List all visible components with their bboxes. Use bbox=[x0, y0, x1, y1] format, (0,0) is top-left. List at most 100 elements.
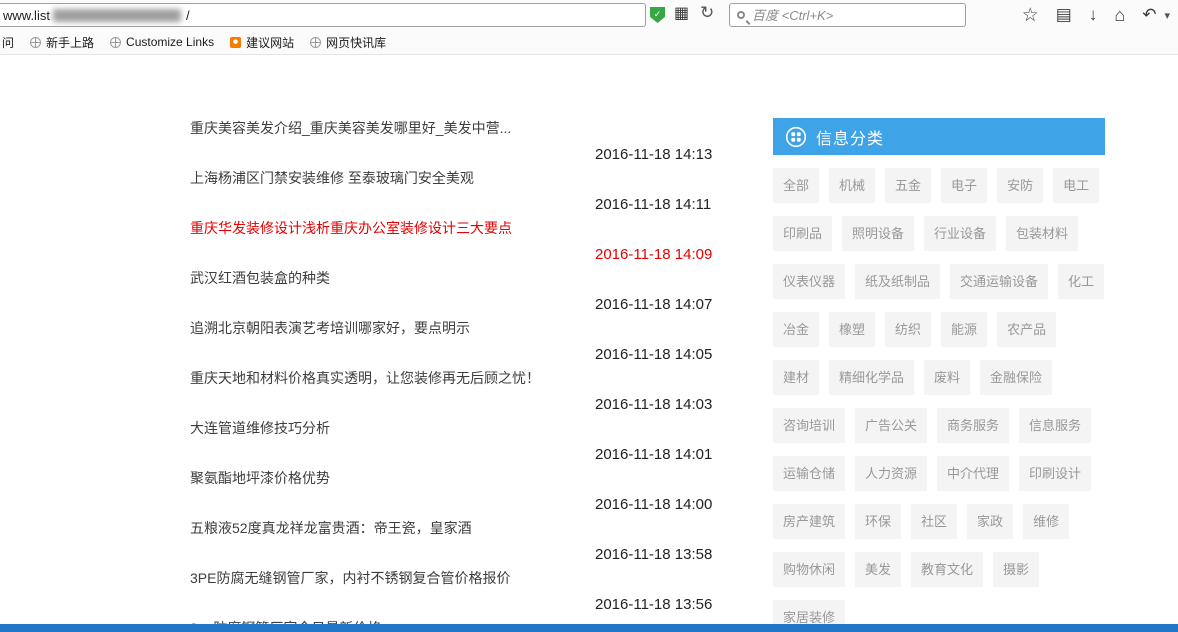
search-input[interactable] bbox=[752, 8, 942, 23]
category-button[interactable]: 广告公关 bbox=[855, 408, 927, 443]
category-button[interactable]: 废料 bbox=[924, 360, 970, 395]
category-button[interactable]: 仪表仪器 bbox=[773, 264, 845, 299]
bookmark-star-icon[interactable]: ☆ bbox=[1022, 4, 1039, 27]
category-button[interactable]: 维修 bbox=[1023, 504, 1069, 539]
category-button[interactable]: 中介代理 bbox=[937, 456, 1009, 491]
article-title-link[interactable]: 武汉红酒包装盒的种类 bbox=[190, 268, 330, 288]
sidebar-header: 信息分类 bbox=[773, 118, 1105, 155]
article-title-link[interactable]: 大连管道维修技巧分析 bbox=[190, 418, 330, 438]
category-button[interactable]: 纸及纸制品 bbox=[855, 264, 940, 299]
article-row: 重庆美容美发介绍_重庆美容美发哪里好_美发中营... 2016-11-18 14… bbox=[190, 112, 750, 162]
category-button[interactable]: 摄影 bbox=[993, 552, 1039, 587]
category-button[interactable]: 机械 bbox=[829, 168, 875, 203]
article-timestamp: 2016-11-18 13:56 bbox=[595, 596, 712, 613]
url-suffix: / bbox=[186, 8, 190, 23]
category-button[interactable]: 安防 bbox=[997, 168, 1043, 203]
chevron-down-icon[interactable]: ▾ bbox=[1164, 9, 1170, 22]
article-title-link[interactable]: 追溯北京朝阳表演艺考培训哪家好，要点明示 bbox=[190, 318, 470, 338]
category-button[interactable]: 精细化学品 bbox=[829, 360, 914, 395]
url-text: www.list bbox=[3, 8, 50, 23]
category-button[interactable]: 能源 bbox=[941, 312, 987, 347]
category-grid: 全部 机械 五金 电子 安防 电工 印刷品 照明设备 行业设备 包装材料 仪表仪… bbox=[773, 168, 1105, 632]
category-button[interactable]: 纺织 bbox=[885, 312, 931, 347]
article-timestamp: 2016-11-18 14:07 bbox=[595, 296, 712, 313]
category-button[interactable]: 电工 bbox=[1053, 168, 1099, 203]
article-timestamp: 2016-11-18 14:03 bbox=[595, 396, 712, 413]
article-row: 上海杨浦区门禁安装维修 至泰玻璃门安全美观 2016-11-18 14:11 bbox=[190, 162, 750, 212]
footer-strip bbox=[0, 624, 1178, 632]
category-button[interactable]: 商务服务 bbox=[937, 408, 1009, 443]
article-row: 重庆天地和材料价格真实透明，让您装修再无后顾之忧！ 2016-11-18 14:… bbox=[190, 362, 750, 412]
article-title-link[interactable]: 重庆天地和材料价格真实透明，让您装修再无后顾之忧！ bbox=[190, 368, 540, 388]
toolbar-right-icons: ☆ ▤ ↓ ⌂ ↶ ▾ bbox=[1022, 0, 1170, 30]
category-button[interactable]: 美发 bbox=[855, 552, 901, 587]
article-timestamp: 2016-11-18 13:58 bbox=[595, 546, 712, 563]
downloads-icon[interactable]: ↓ bbox=[1089, 5, 1098, 25]
bookmark-item[interactable]: 新手上路 bbox=[30, 34, 94, 51]
history-back-icon[interactable]: ↶ bbox=[1142, 5, 1156, 25]
article-row: 重庆华发装修设计浅析重庆办公室装修设计三大要点 2016-11-18 14:09 bbox=[190, 212, 750, 262]
security-shield-icon[interactable]: ✓ bbox=[650, 7, 665, 23]
category-button[interactable]: 社区 bbox=[911, 504, 957, 539]
category-button[interactable]: 购物休闲 bbox=[773, 552, 845, 587]
sidebar-title: 信息分类 bbox=[816, 125, 884, 149]
article-title-link[interactable]: 重庆华发装修设计浅析重庆办公室装修设计三大要点 bbox=[190, 218, 512, 238]
bookmark-item[interactable]: 网页快讯库 bbox=[310, 34, 386, 51]
category-button[interactable]: 交通运输设备 bbox=[950, 264, 1048, 299]
article-timestamp: 2016-11-18 14:05 bbox=[595, 346, 712, 363]
category-button[interactable]: 农产品 bbox=[997, 312, 1056, 347]
category-button[interactable]: 金融保险 bbox=[980, 360, 1052, 395]
browser-search-box[interactable] bbox=[729, 3, 966, 27]
category-button[interactable]: 人力资源 bbox=[855, 456, 927, 491]
category-button[interactable]: 印刷品 bbox=[773, 216, 832, 251]
article-timestamp: 2016-11-18 14:01 bbox=[595, 446, 712, 463]
article-title-link[interactable]: 3PE防腐无缝钢管厂家，内衬不锈钢复合管价格报价 bbox=[190, 568, 510, 588]
bookmark-label: Customize Links bbox=[126, 35, 214, 49]
default-favicon-icon bbox=[310, 37, 321, 48]
article-row: 大连管道维修技巧分析 2016-11-18 14:01 bbox=[190, 412, 750, 462]
article-title-link[interactable]: 上海杨浦区门禁安装维修 至泰玻璃门安全美观 bbox=[190, 168, 474, 188]
category-button[interactable]: 全部 bbox=[773, 168, 819, 203]
category-grid-icon bbox=[785, 126, 807, 148]
article-title-link[interactable]: 五粮液52度真龙祥龙富贵酒：帝王瓷，皇家酒 bbox=[190, 518, 472, 538]
article-timestamp: 2016-11-18 14:09 bbox=[595, 246, 712, 263]
category-button[interactable]: 教育文化 bbox=[911, 552, 983, 587]
article-timestamp: 2016-11-18 14:13 bbox=[595, 146, 712, 163]
category-button[interactable]: 运输仓储 bbox=[773, 456, 845, 491]
category-sidebar: 信息分类 全部 机械 五金 电子 安防 电工 印刷品 照明设备 行业设备 包装材… bbox=[773, 118, 1105, 632]
refresh-icon[interactable]: ↻ bbox=[700, 4, 714, 21]
article-list: 重庆美容美发介绍_重庆美容美发哪里好_美发中营... 2016-11-18 14… bbox=[190, 112, 750, 632]
category-button[interactable]: 五金 bbox=[885, 168, 931, 203]
category-button[interactable]: 橡塑 bbox=[829, 312, 875, 347]
category-button[interactable]: 化工 bbox=[1058, 264, 1104, 299]
article-title-link[interactable]: 聚氨酯地坪漆价格优势 bbox=[190, 468, 330, 488]
bookmarks-bar: 问 新手上路 Customize Links 建议网站 网页快讯库 bbox=[0, 30, 1178, 55]
category-button[interactable]: 电子 bbox=[941, 168, 987, 203]
article-row: 追溯北京朝阳表演艺考培训哪家好，要点明示 2016-11-18 14:05 bbox=[190, 312, 750, 362]
reading-list-icon[interactable]: ▤ bbox=[1056, 5, 1072, 25]
address-bar[interactable]: www.list / bbox=[0, 3, 646, 27]
category-button[interactable]: 房产建筑 bbox=[773, 504, 845, 539]
article-title-link[interactable]: 重庆美容美发介绍_重庆美容美发哪里好_美发中营... bbox=[190, 118, 511, 138]
article-row: 聚氨酯地坪漆价格优势 2016-11-18 14:00 bbox=[190, 462, 750, 512]
bookmark-label: 新手上路 bbox=[46, 34, 94, 51]
category-button[interactable]: 冶金 bbox=[773, 312, 819, 347]
category-button[interactable]: 行业设备 bbox=[924, 216, 996, 251]
category-button[interactable]: 家政 bbox=[967, 504, 1013, 539]
article-row: 武汉红酒包装盒的种类 2016-11-18 14:07 bbox=[190, 262, 750, 312]
bookmark-item-cut[interactable]: 问 bbox=[2, 34, 14, 51]
browser-toolbar: www.list / ✓ ▦ ↻ ☆ ▤ ↓ ⌂ ↶ ▾ bbox=[0, 0, 1178, 30]
bookmark-item[interactable]: Customize Links bbox=[110, 35, 214, 49]
category-button[interactable]: 印刷设计 bbox=[1019, 456, 1091, 491]
category-button[interactable]: 照明设备 bbox=[842, 216, 914, 251]
category-button[interactable]: 包装材料 bbox=[1006, 216, 1078, 251]
default-favicon-icon bbox=[30, 37, 41, 48]
qr-code-icon[interactable]: ▦ bbox=[674, 6, 689, 22]
category-button[interactable]: 建材 bbox=[773, 360, 819, 395]
bookmark-item[interactable]: 建议网站 bbox=[230, 34, 294, 51]
category-button[interactable]: 咨询培训 bbox=[773, 408, 845, 443]
category-button[interactable]: 环保 bbox=[855, 504, 901, 539]
category-button[interactable]: 信息服务 bbox=[1019, 408, 1091, 443]
home-icon[interactable]: ⌂ bbox=[1114, 5, 1125, 26]
suggested-sites-icon bbox=[230, 37, 241, 48]
